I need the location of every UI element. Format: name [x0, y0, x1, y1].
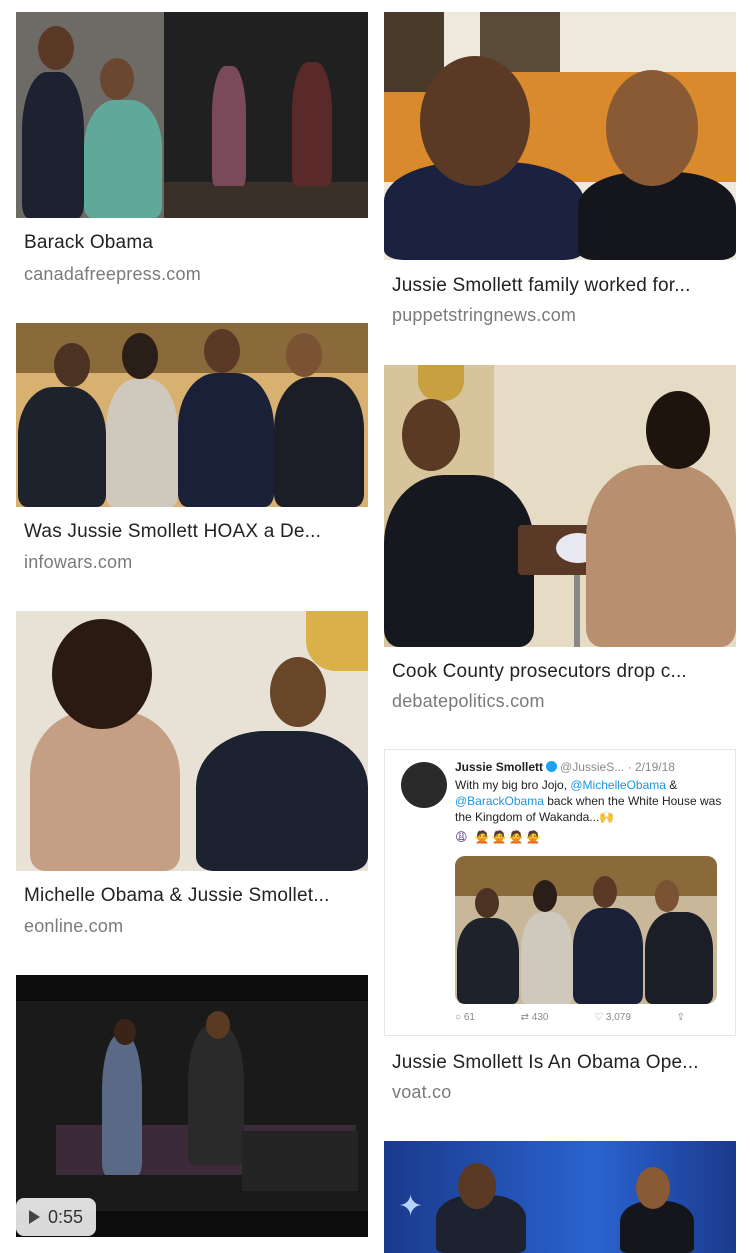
- result-title[interactable]: Jussie Smollett family worked for...: [392, 275, 728, 297]
- sparkle-icon: ✦: [398, 1190, 424, 1223]
- verified-badge-icon: [546, 761, 558, 772]
- tweet-date: · 2/19/18: [627, 760, 675, 774]
- image-result-card[interactable]: Cook County prosecutors drop c... debate…: [384, 365, 736, 717]
- result-title[interactable]: Cook County prosecutors drop c...: [392, 661, 728, 683]
- result-title[interactable]: Barack Obama: [24, 232, 360, 254]
- tweet-avatar: [401, 762, 447, 808]
- result-thumbnail[interactable]: [384, 12, 736, 260]
- result-title[interactable]: Jussie Smollett Is An Obama Ope...: [392, 1052, 728, 1074]
- result-thumbnail[interactable]: [16, 611, 368, 871]
- image-result-card[interactable]: Michelle Obama & Jussie Smollet... eonli…: [16, 611, 368, 941]
- retweet-count: ⇄ 430: [520, 1012, 549, 1023]
- result-title[interactable]: Michelle Obama & Jussie Smollet...: [24, 885, 360, 907]
- result-source: voat.co: [392, 1082, 452, 1102]
- result-thumbnail[interactable]: [384, 365, 736, 647]
- video-duration: 0:55: [47, 1206, 84, 1227]
- tweet-author-name: Jussie Smollett: [455, 760, 544, 774]
- tweet-header: Jussie Smollett @JussieS... · 2/19/18: [455, 760, 675, 774]
- result-thumbnail[interactable]: [16, 12, 368, 218]
- result-thumbnail[interactable]: ✦: [384, 1141, 736, 1253]
- tweet-actions: ○ 61 ⇄ 430 ♡ 3,079 ⇪: [455, 1012, 685, 1023]
- image-result-card[interactable]: Was Jussie Smollett HOAX a De... infowar…: [16, 323, 368, 583]
- image-result-card[interactable]: Jussie Smollett family worked for... pup…: [384, 12, 736, 332]
- video-duration-badge[interactable]: 0:55: [16, 1198, 96, 1236]
- tweet-photo: [455, 856, 717, 1004]
- share-icon: ⇪: [676, 1012, 685, 1023]
- like-count: ♡ 3,079: [594, 1012, 631, 1023]
- result-source: debatepolitics.com: [392, 691, 545, 711]
- tweet-emoji-line: 😩 🙅🙅🙅🙅: [455, 830, 543, 844]
- result-source: canadafreepress.com: [24, 264, 201, 284]
- result-source: eonline.com: [24, 916, 124, 936]
- reply-count: ○ 61: [455, 1012, 475, 1023]
- tweet-text: With my big bro Jojo, @MichelleObama & @…: [455, 778, 722, 824]
- result-title[interactable]: Was Jussie Smollett HOAX a De...: [24, 521, 360, 543]
- tweet-handle: @JussieS...: [560, 760, 625, 774]
- result-source: puppetstringnews.com: [392, 305, 577, 325]
- result-thumbnail[interactable]: [16, 323, 368, 507]
- image-result-card[interactable]: ✦: [384, 1141, 736, 1253]
- image-result-card[interactable]: Barack Obama canadafreepress.com: [16, 12, 368, 302]
- tweet-screenshot-thumbnail[interactable]: Jussie Smollett @JussieS... · 2/19/18 Wit…: [384, 749, 736, 1036]
- image-result-card[interactable]: Jussie Smollett @JussieS... · 2/19/18 Wit…: [384, 749, 736, 1109]
- result-source: infowars.com: [24, 552, 133, 572]
- play-icon: [28, 1210, 40, 1224]
